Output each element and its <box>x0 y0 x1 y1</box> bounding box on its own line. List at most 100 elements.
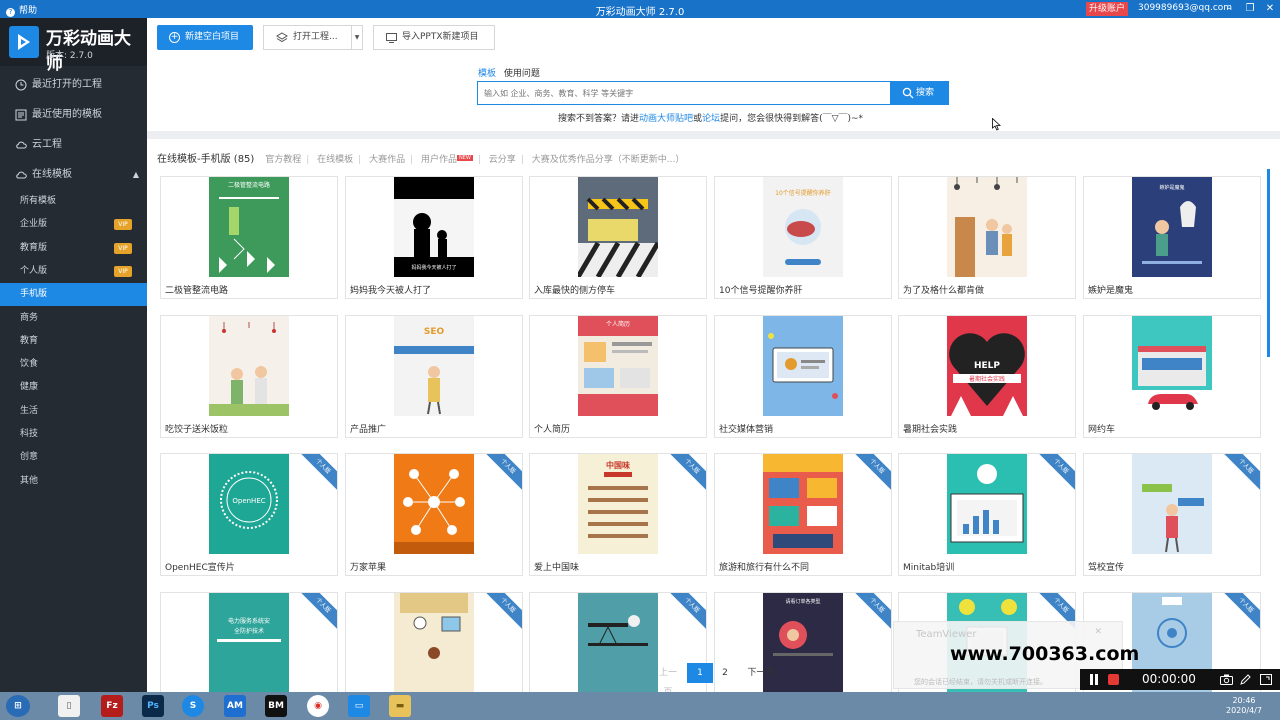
new-project-button[interactable]: + 新建空白项目 <box>157 25 253 50</box>
sogou-icon[interactable]: S <box>182 695 204 717</box>
template-card[interactable]: 请看订单各类型 个人版 <box>714 592 892 692</box>
sidebar-item-online-templates[interactable]: 在线模板 ▲ <box>0 160 147 190</box>
template-thumbnail: 电力服务系统安全防护技术 <box>209 593 289 692</box>
sidebar-subitem[interactable]: 科技 <box>0 423 147 446</box>
import-pptx-button[interactable]: 导入PPTX新建项目 <box>373 25 495 50</box>
template-card[interactable]: 妈妈我今天被人打了 妈妈我今天被人打了 <box>345 176 523 299</box>
sidebar-subitem[interactable]: 个人版 VIP <box>0 260 147 283</box>
template-card[interactable]: 电力服务系统安 全防护技术 个人版 <box>160 592 338 692</box>
crumb-official-tutorial[interactable]: 官方教程 <box>265 155 301 165</box>
photoshop-icon[interactable]: Ps <box>142 695 164 717</box>
template-card[interactable]: 吃饺子送米饭粒 <box>160 315 338 438</box>
close-icon[interactable]: ✕ <box>1263 2 1277 16</box>
sidebar-subitem[interactable]: 创意 <box>0 446 147 469</box>
teamviewer-title: TeamViewer <box>916 629 977 640</box>
sidebar-subitem[interactable]: 其他 <box>0 470 147 493</box>
template-card[interactable]: 入库最快的侧方停车 <box>529 176 707 299</box>
stop-icon[interactable] <box>1108 674 1119 685</box>
open-dropdown-icon[interactable]: ▼ <box>351 25 363 50</box>
close-icon[interactable]: ✕ <box>1094 627 1102 637</box>
sidebar-item-recent-templates[interactable]: 最近使用的模板 <box>0 100 147 130</box>
prev-page-button[interactable]: 上一页 <box>655 663 681 692</box>
page-1-button[interactable]: 1 <box>687 663 713 683</box>
pause-icon[interactable] <box>1089 674 1099 685</box>
animation-master-icon[interactable]: AM <box>224 695 246 717</box>
filezilla-icon[interactable]: Fz <box>101 695 123 717</box>
start-button-icon[interactable]: ⊞ <box>6 695 30 717</box>
tab-help[interactable]: 使用问题 <box>504 69 540 79</box>
tab-template[interactable]: 模板 <box>478 69 496 79</box>
caret-up-icon[interactable]: ▲ <box>133 160 139 190</box>
template-card[interactable]: OpenHEC OpenHEC宣传片 个人版 <box>160 453 338 576</box>
template-card[interactable]: 万家苹果 个人版 <box>345 453 523 576</box>
template-card[interactable]: 网约车 <box>1083 315 1261 438</box>
brand-version: 版本: 2.7.0 <box>46 51 93 61</box>
layers-icon <box>276 32 288 43</box>
sidebar-item-recent-projects[interactable]: 最近打开的工程 <box>0 70 147 100</box>
tablet-icon[interactable]: ▭ <box>348 695 370 717</box>
sidebar-subitem[interactable]: 企业版 VIP <box>0 213 147 236</box>
file-icon[interactable]: ▯ <box>58 695 80 717</box>
edition-ribbon: 个人版 <box>480 454 522 494</box>
template-card-title: 万家苹果 <box>350 563 387 573</box>
account-email[interactable]: 309989693@qq.com <box>1138 3 1232 13</box>
crumb-contest-works[interactable]: 大赛作品 <box>369 155 405 165</box>
crumb-contest-share[interactable]: 大赛及优秀作品分享（不断更新中...） <box>532 155 685 165</box>
template-card[interactable]: 个人版 <box>345 592 523 692</box>
page-2-button[interactable]: 2 <box>717 663 733 683</box>
template-card[interactable]: 个人简历 个人简历 <box>529 315 707 438</box>
template-card-title: OpenHEC宣传片 <box>165 563 235 573</box>
watermark: www.700363.com <box>950 643 1140 665</box>
next-page-button[interactable]: 下一页 <box>744 663 778 683</box>
scrollbar[interactable] <box>1267 169 1270 357</box>
template-card-title: 产品推广 <box>350 425 387 435</box>
window-icon[interactable] <box>1260 674 1272 685</box>
chrome-icon[interactable]: ◉ <box>307 695 329 717</box>
sidebar-item-cloud[interactable]: 云工程 <box>0 130 147 160</box>
template-card[interactable]: HELP 暑期社会实践 暑期社会实践 <box>898 315 1076 438</box>
edition-ribbon: 个人版 <box>849 454 891 494</box>
sidebar-subitem[interactable]: 生活 <box>0 400 147 423</box>
template-card[interactable]: 驾校宣传 个人版 <box>1083 453 1261 576</box>
search-input[interactable] <box>478 82 890 104</box>
tieba-link[interactable]: 动画大师贴吧 <box>639 114 693 124</box>
sidebar-subitem[interactable]: 所有模板 <box>0 190 147 213</box>
edition-ribbon: 个人版 <box>664 454 706 494</box>
forum-link[interactable]: 论坛 <box>702 114 720 124</box>
crumb-cloud-share[interactable]: 云分享 <box>489 155 516 165</box>
edition-ribbon: 个人版 <box>1218 593 1260 633</box>
camera-icon[interactable] <box>1220 674 1233 685</box>
sidebar-subitem[interactable]: 饮食 <box>0 353 147 376</box>
pen-icon[interactable] <box>1240 674 1251 685</box>
sidebar-subitem[interactable]: 教育版 VIP <box>0 237 147 260</box>
crumb-user-works[interactable]: 用户作品 <box>421 155 457 165</box>
folder-icon[interactable]: ▬ <box>389 695 411 717</box>
template-card[interactable]: 为了及格什么都肯做 <box>898 176 1076 299</box>
template-card[interactable]: 10个信号提醒你养肝 10个信号提醒你养肝 <box>714 176 892 299</box>
search-hint: 搜索不到答案？请进动画大师贴吧或论坛提问，您会很快得到解答(￣▽￣)~* <box>558 111 863 124</box>
sidebar-subitem[interactable]: 教育 <box>0 330 147 353</box>
bm-icon[interactable]: BM <box>265 695 287 717</box>
vip-badge: VIP <box>114 242 132 254</box>
sidebar-subitem[interactable]: 商务 <box>0 307 147 330</box>
sidebar-subitem[interactable]: 健康 <box>0 376 147 399</box>
edition-ribbon: 个人版 <box>1218 454 1260 494</box>
open-project-button[interactable]: 打开工程... <box>263 25 363 50</box>
sidebar-label: 在线模板 <box>32 169 72 180</box>
restore-icon[interactable]: ❐ <box>1243 2 1257 16</box>
app-logo-icon <box>9 26 39 58</box>
search-tabs: 模板 使用问题 <box>478 66 540 79</box>
template-card[interactable]: SEO 产品推广 <box>345 315 523 438</box>
template-card[interactable]: Minitab培训 个人版 <box>898 453 1076 576</box>
template-card[interactable]: 社交媒体营销 <box>714 315 892 438</box>
template-card[interactable]: 二极管整流电路 二极管整流电路 <box>160 176 338 299</box>
template-card[interactable]: 中国味 爱上中国味 个人版 <box>529 453 707 576</box>
sidebar-subitem[interactable]: 手机版 <box>0 283 147 307</box>
crumb-online-templates[interactable]: 在线模板 <box>317 155 353 165</box>
minimize-icon[interactable]: – <box>1222 2 1236 16</box>
hint-text: 搜索不到答案？请进 <box>558 114 640 124</box>
template-card[interactable]: 旅游和旅行有什么不同 个人版 <box>714 453 892 576</box>
upgrade-button[interactable]: 升级账户 <box>1086 2 1128 16</box>
template-card[interactable]: 嫉妒是魔鬼 嫉妒是魔鬼 <box>1083 176 1261 299</box>
search-button[interactable]: 搜索 <box>890 81 949 105</box>
